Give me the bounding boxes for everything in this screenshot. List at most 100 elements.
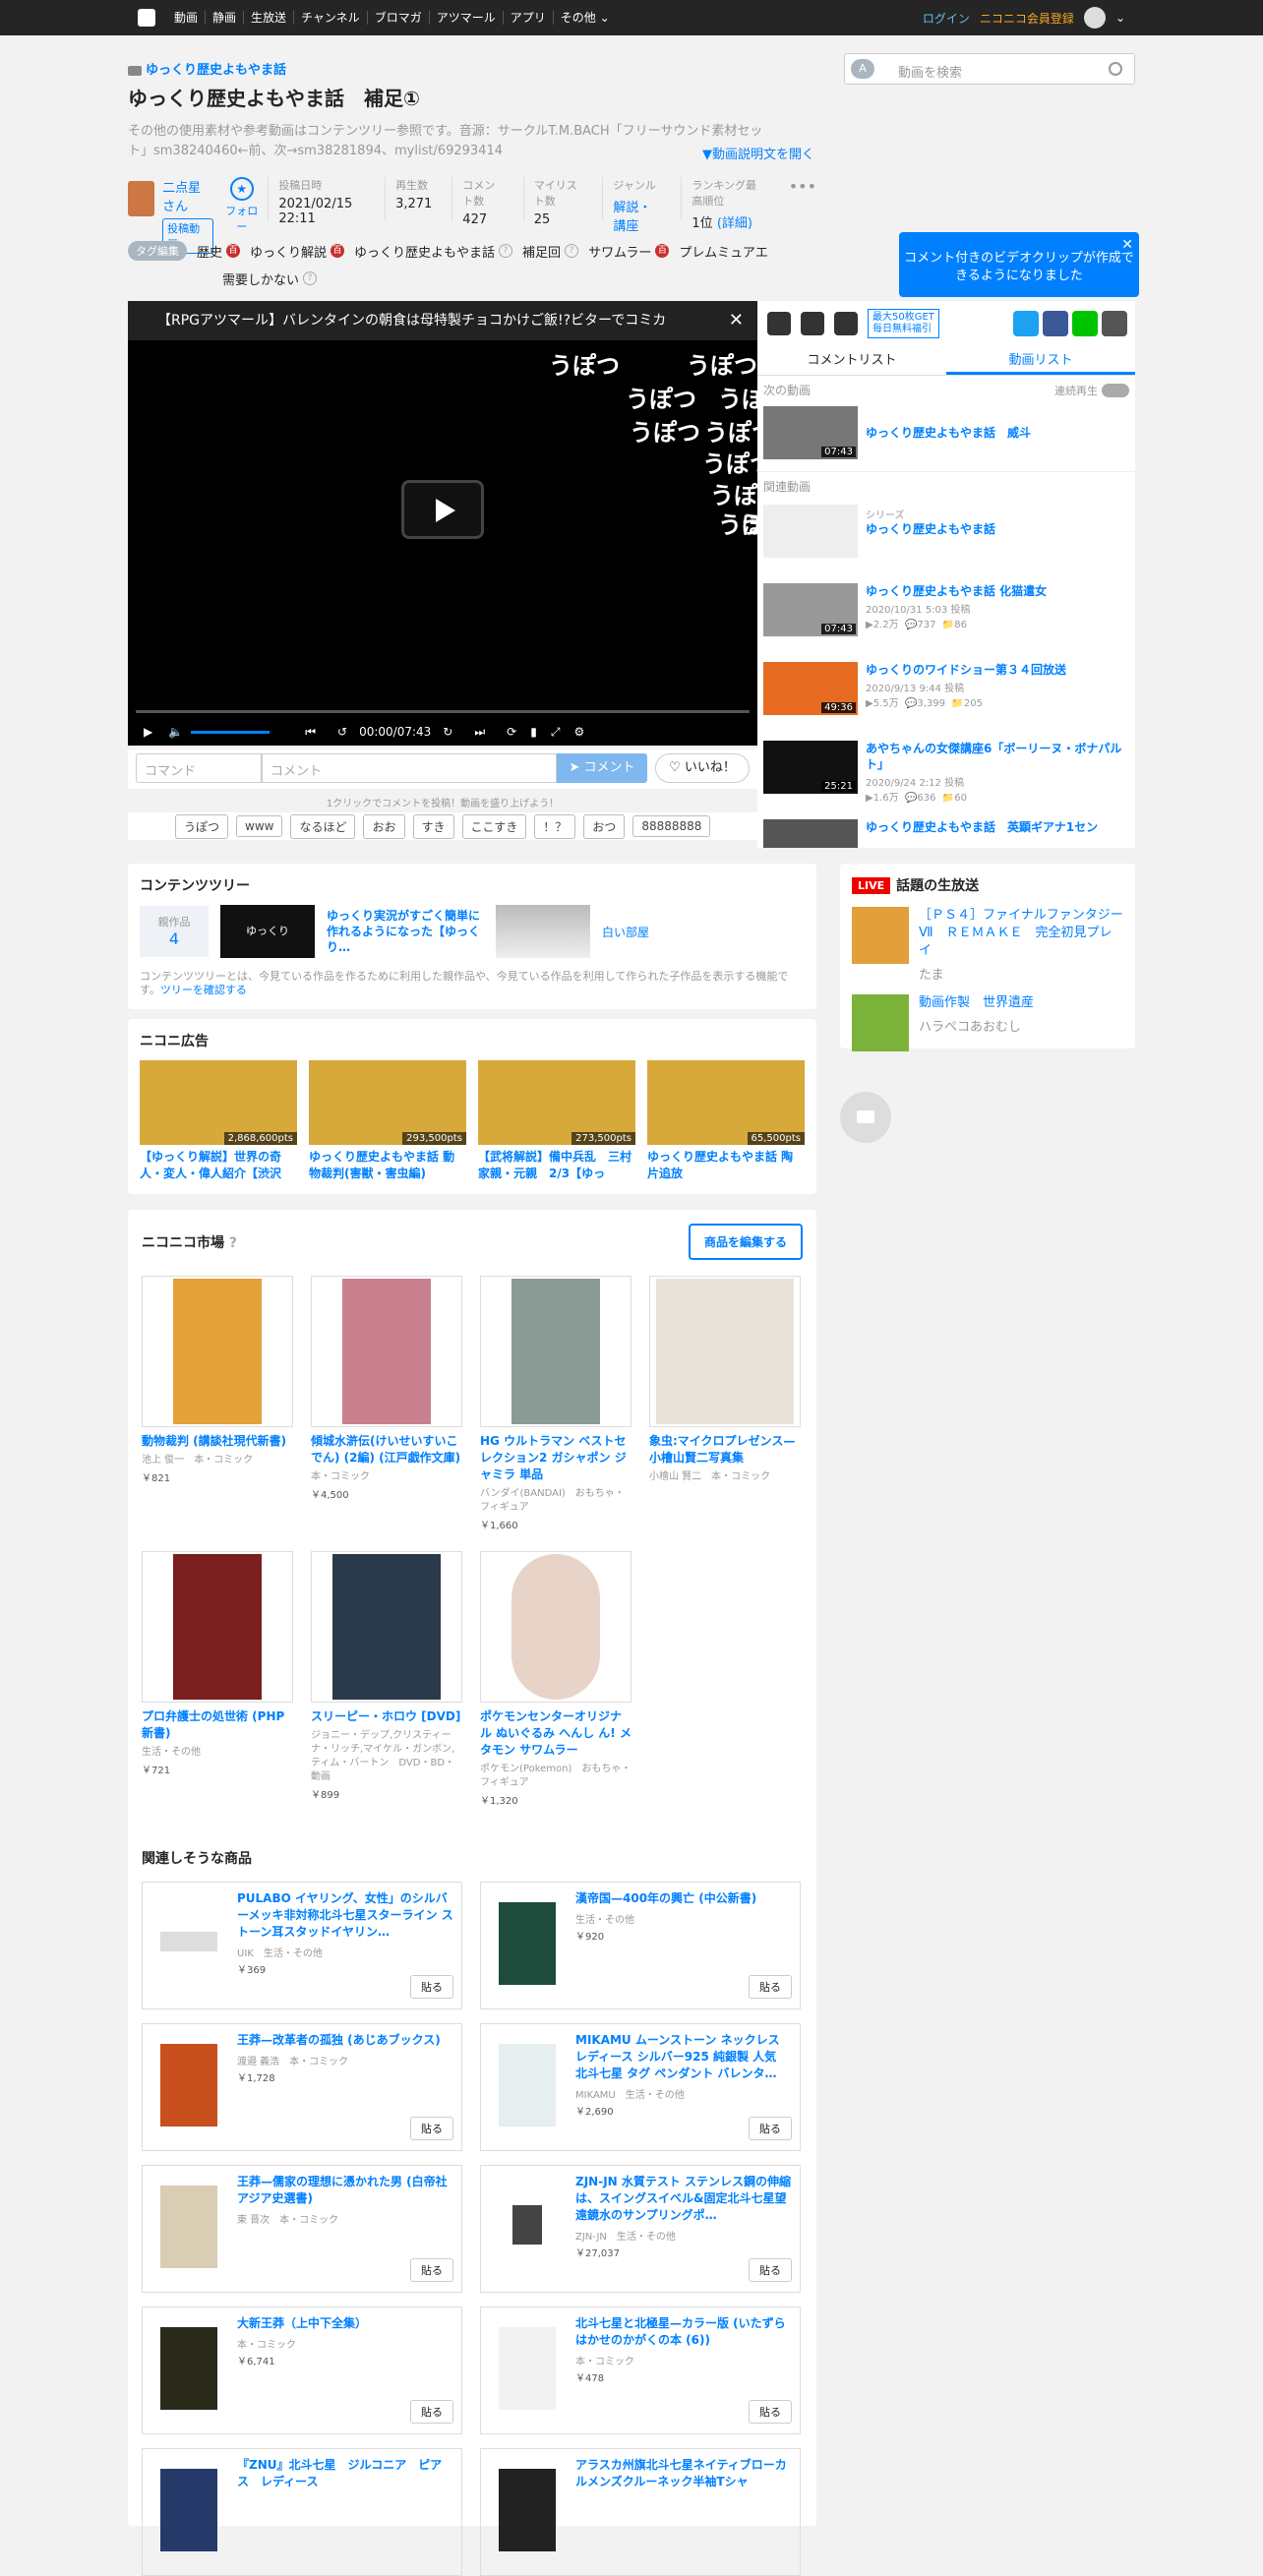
paste-button[interactable]: 貼る: [410, 2400, 453, 2424]
uploader-name[interactable]: 二点星 さん: [162, 177, 213, 214]
line-icon[interactable]: [1072, 311, 1098, 336]
add-mylist-icon[interactable]: [801, 312, 824, 335]
nav-item-video[interactable]: 動画: [167, 11, 207, 25]
video-thumbnail[interactable]: [763, 819, 858, 848]
nav-item-blomaga[interactable]: ブロマガ: [368, 11, 430, 25]
niconico-logo-icon[interactable]: [138, 9, 155, 27]
nav-item-atsumaru[interactable]: アツマール: [430, 11, 504, 25]
related-product[interactable]: 北斗七星と北極星—カラー版 (いたずらはかせのかがくの本 (6)) 本・コミック ￥…: [480, 2306, 801, 2434]
tag-item[interactable]: 需要しかない?: [222, 270, 318, 288]
paste-button[interactable]: 貼る: [410, 1975, 453, 1999]
tree-item-title[interactable]: 白い部屋: [602, 924, 649, 940]
play-button-icon[interactable]: [401, 480, 484, 539]
quick-comment[interactable]: おお: [363, 813, 405, 839]
quick-comment[interactable]: すき: [412, 813, 454, 839]
ad-item[interactable]: 65,500pts ゆっくり歴史よもやま話 陶片追放: [647, 1060, 805, 1182]
related-product[interactable]: 王莽—改革者の孤独 (あじあブックス) 渡邉 義浩 本・コミック ￥1,728 貼る: [142, 2023, 462, 2151]
tab-video-list[interactable]: 動画リスト: [946, 346, 1135, 375]
nav-item-seiga[interactable]: 静画: [206, 11, 245, 25]
series-link[interactable]: ゆっくり歴史よもやま話: [128, 59, 286, 78]
product-item[interactable]: HG ウルトラマン ベストセレクション2 ガシャポン ジャミラ 単品 バンダイ(B…: [480, 1276, 632, 1533]
tab-comment-list[interactable]: コメントリスト: [757, 346, 946, 375]
uploader-avatar[interactable]: [128, 181, 155, 216]
related-product[interactable]: 漢帝国—400年の興亡 (中公新書) 生活・その他 ￥920 貼る: [480, 1882, 801, 2009]
live-item[interactable]: ［ＰＳ４］ファイナルファンタジーⅦ ＲＥＭＡＫＥ 完全初見プレイ たま: [852, 907, 1123, 983]
chevron-down-icon[interactable]: ⌄: [1115, 11, 1125, 25]
search-input[interactable]: 動画を検索: [898, 62, 962, 81]
send-comment-button[interactable]: ➤ コメント: [557, 753, 647, 783]
player-ad-header[interactable]: 【RPGアツマール】バレンタインの朝食は母特製チョコかけご飯!?ビターでコミカ ✕: [128, 301, 757, 340]
volume-icon[interactable]: 🔈: [168, 725, 183, 739]
product-item[interactable]: 傾城水滸伝(けいせいすいこでん) (2編) (江戸戯作文庫) 本・コミック ￥4,5…: [311, 1276, 462, 1533]
autoplay-toggle[interactable]: 連続再生: [1054, 382, 1129, 398]
next-video-item[interactable]: 07:43 ゆっくり歴史よもやま話 威斗: [757, 404, 1135, 461]
tag-item[interactable]: ゆっくり歴史よもやま話?: [354, 242, 513, 261]
video-player[interactable]: 【RPGアツマール】バレンタインの朝食は母特製チョコかけご飯!?ビターでコミカ ✕…: [128, 301, 757, 746]
tag-item[interactable]: プレムミュアエ: [679, 242, 767, 261]
product-item[interactable]: スリーピー・ホロウ [DVD] ジョニー・デップ,クリスティーナ・リッチ,マイケル…: [311, 1551, 462, 1809]
related-product[interactable]: 王莽—儒家の理想に憑かれた男 (白帝社アジア史選書) 東 晋次 本・コミック 貼る: [142, 2165, 462, 2293]
like-button[interactable]: ♡ いいね！: [655, 753, 750, 783]
edit-products-button[interactable]: 商品を編集する: [688, 1224, 803, 1260]
related-video-item[interactable]: 49:36 ゆっくりのワイドショー第３４回放送 2020/9/13 9:44 投稿…: [757, 658, 1135, 737]
search-box[interactable]: A 動画を検索: [844, 53, 1135, 85]
tag-item[interactable]: 補足回?: [522, 242, 579, 261]
volume-slider[interactable]: [191, 730, 271, 734]
related-product[interactable]: アラスカ州旗北斗七星ネイティブローカルメンズクルーネック半袖Tシャ: [480, 2448, 801, 2576]
product-item[interactable]: ポケモンセンターオリジナル ぬいぐるみ へんし ん! メタモン サワムラー ポケモ…: [480, 1551, 632, 1809]
tag-item[interactable]: サワムラー百: [588, 242, 670, 261]
tree-check-link[interactable]: ツリーを確認する: [160, 984, 247, 996]
tag-item[interactable]: 歴史百: [197, 242, 241, 261]
ad-item[interactable]: 273,500pts 【武将解説】備中兵乱 三村家親・元親 2/3【ゆっ: [478, 1060, 635, 1182]
paste-button[interactable]: 貼る: [749, 2258, 792, 2282]
nav-item-app[interactable]: アプリ: [504, 11, 554, 25]
series-thumbnail[interactable]: [763, 505, 858, 558]
tree-thumbnail[interactable]: [496, 905, 590, 958]
close-icon[interactable]: ✕: [1121, 236, 1133, 254]
mail-icon[interactable]: [840, 1092, 891, 1143]
product-item[interactable]: プロ弁護士の処世術 (PHP新書) 生活・その他 ￥721: [142, 1551, 293, 1809]
related-product[interactable]: 大新王莽（上中下全集） 本・コミック ￥6,741 貼る: [142, 2306, 462, 2434]
quick-comment[interactable]: ここすき: [461, 813, 527, 839]
user-avatar-icon[interactable]: [1083, 7, 1106, 29]
paste-button[interactable]: 貼る: [749, 2117, 792, 2140]
paste-button[interactable]: 貼る: [749, 2400, 792, 2424]
prev-icon[interactable]: ⏮: [305, 725, 316, 740]
clock-icon[interactable]: [767, 312, 791, 335]
search-icon[interactable]: [1109, 62, 1122, 76]
ad-item[interactable]: 293,500pts ゆっくり歴史よもやま話 動物裁判(害獣・害虫編): [309, 1060, 466, 1182]
comment-input[interactable]: コメント: [262, 753, 557, 783]
quick-comment[interactable]: なるほど: [290, 813, 356, 839]
related-product[interactable]: PULABO イヤリング、女性」のシルバーメッキ非対称北斗七星スターライン スト…: [142, 1882, 462, 2009]
paste-button[interactable]: 貼る: [410, 2117, 453, 2140]
related-video-item[interactable]: 25:21 あやちゃんの女傑講座6「ボーリーヌ・ボナパルト」 2020/9/24 …: [757, 737, 1135, 815]
parent-count[interactable]: 親作品 4: [140, 906, 209, 957]
command-input[interactable]: コマンド: [136, 753, 262, 783]
nicoad-icon[interactable]: [834, 312, 858, 335]
paste-button[interactable]: 貼る: [410, 2258, 453, 2282]
nav-item-live[interactable]: 生放送: [244, 11, 295, 25]
video-thumbnail[interactable]: 07:43: [763, 406, 858, 459]
settings-icon[interactable]: ⚙: [573, 725, 584, 739]
related-product[interactable]: MIKAMU ムーンストーン ネックレス レディース シルバー925 純銀製 人…: [480, 2023, 801, 2151]
tag-edit-button[interactable]: タグ編集: [128, 241, 187, 261]
twitter-icon[interactable]: [1013, 311, 1039, 336]
video-thumbnail[interactable]: 49:36: [763, 662, 858, 715]
close-icon[interactable]: ✕: [729, 301, 744, 340]
share-icon[interactable]: [1102, 311, 1127, 336]
follow-button[interactable]: ★ フォロー: [225, 177, 258, 233]
quick-comment[interactable]: おつ: [583, 813, 626, 839]
quick-comment[interactable]: www: [236, 815, 283, 837]
quick-comment[interactable]: 88888888: [632, 815, 711, 837]
quick-comment[interactable]: ！？: [534, 813, 576, 839]
tree-item-title[interactable]: ゆっくり実況がすごく簡単に作れるようになった【ゆっくり…: [327, 908, 484, 955]
tag-item[interactable]: ゆっくり解説百: [250, 242, 345, 261]
ranking-detail-link[interactable]: (詳細): [717, 216, 752, 231]
ad-item[interactable]: 2,868,600pts 【ゆっくり解説】世界の奇人・変人・偉人紹介【渋沢: [140, 1060, 297, 1182]
login-link[interactable]: ログイン: [923, 10, 970, 27]
more-menu-button[interactable]: •••: [789, 177, 816, 228]
related-product[interactable]: ZJN-JN 水質テスト ステンレス鋼の伸縮は、スイングスイベル&固定北斗七星望…: [480, 2165, 801, 2293]
next-icon[interactable]: ⏭: [474, 725, 485, 740]
related-video-item[interactable]: 07:43 ゆっくり歴史よもやま話 化猫遣女 2020/10/31 5:03 投稿…: [757, 579, 1135, 658]
loop-icon[interactable]: ⟳: [507, 725, 516, 739]
